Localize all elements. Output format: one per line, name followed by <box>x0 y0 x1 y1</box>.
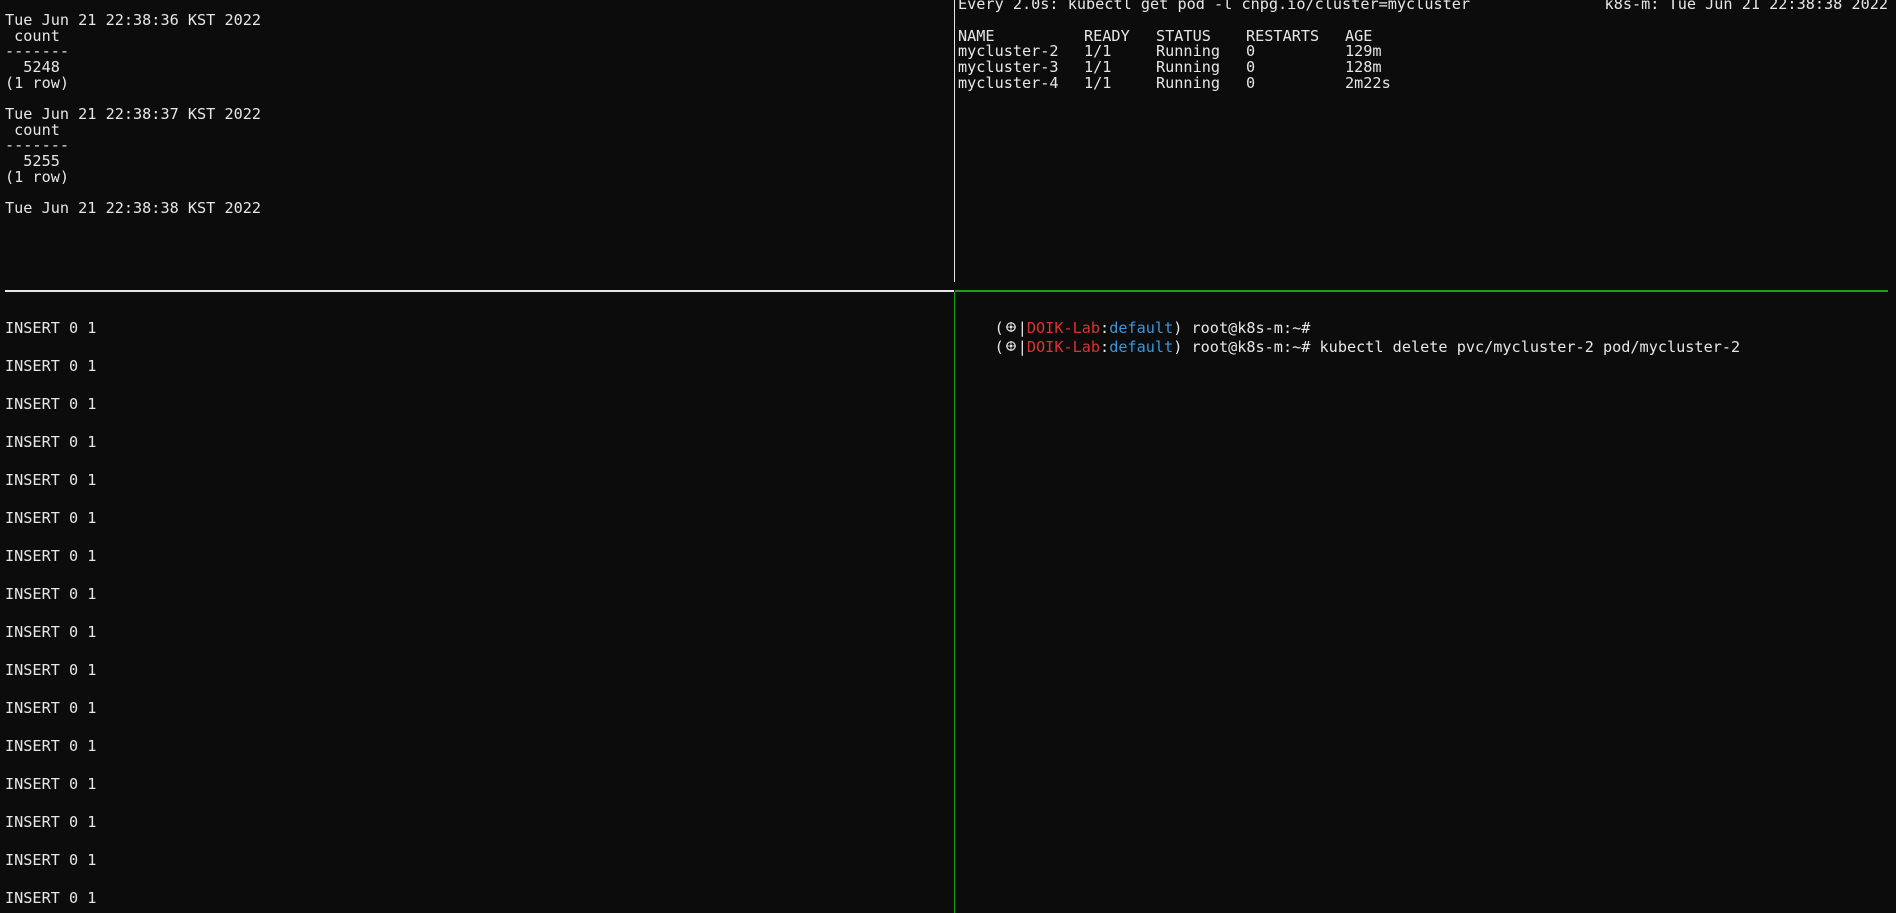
prompt-line[interactable]: ( |DOIK-Lab:default) root@k8s-m:~# kubect… <box>958 319 1741 356</box>
insert-line: INSERT 0 1 <box>5 661 97 679</box>
pane-top-right[interactable]: Every 2.0s: kubectl get pod -l cnpg.io/c… <box>955 0 1896 290</box>
insert-line: INSERT 0 1 <box>5 851 97 869</box>
command-input[interactable]: kubectl delete pvc/mycluster-2 pod/myclu… <box>1310 338 1741 356</box>
pod-restarts: 0 <box>1246 74 1256 92</box>
prompt-line: (|DOIK-Lab:default) root@k8s-m:~# <box>958 300 1311 337</box>
insert-line: INSERT 0 1 <box>5 585 97 603</box>
pane-bottom-left[interactable]: INSERT 0 1 INSERT 0 1 INSERT 0 1 INSERT … <box>0 292 953 913</box>
prompt-separator: | <box>1017 338 1027 356</box>
pod-status: Running <box>1156 74 1221 92</box>
insert-line: INSERT 0 1 <box>5 889 97 907</box>
prompt-namespace: default <box>1109 338 1174 356</box>
wheel-icon <box>1004 339 1018 358</box>
watch-host-time: k8s-m: Tue Jun 21 22:38:38 2022 <box>1604 0 1888 13</box>
insert-line: INSERT 0 1 <box>5 509 97 527</box>
prompt-user-host: root@k8s-m:~# <box>1182 338 1311 356</box>
prompt-context: DOIK-Lab <box>1026 338 1101 356</box>
insert-line: INSERT 0 1 <box>5 319 97 337</box>
pane-divider-vertical[interactable] <box>954 0 955 282</box>
watch-header: Every 2.0s: kubectl get pod -l cnpg.io/c… <box>958 0 1471 13</box>
timestamp-line: Tue Jun 21 22:38:38 KST 2022 <box>5 199 262 217</box>
table-row: mycluster-4 1/1 Running 0 2m22s <box>958 74 1858 93</box>
insert-line: INSERT 0 1 <box>5 547 97 565</box>
insert-line: INSERT 0 1 <box>5 395 97 413</box>
insert-line: INSERT 0 1 <box>5 433 97 451</box>
insert-line: INSERT 0 1 <box>5 623 97 641</box>
prompt-paren-close: ) <box>1173 338 1183 356</box>
insert-line: INSERT 0 1 <box>5 737 97 755</box>
prompt-paren-open: ( <box>994 338 1004 356</box>
pane-top-left[interactable]: Tue Jun 21 22:38:36 KST 2022 count -----… <box>0 0 953 290</box>
insert-line: INSERT 0 1 <box>5 813 97 831</box>
insert-line: INSERT 0 1 <box>5 471 97 489</box>
pane-bottom-right[interactable]: (|DOIK-Lab:default) root@k8s-m:~# (|DOIK… <box>955 292 1896 913</box>
pod-age: 2m22s <box>1345 74 1391 92</box>
row-count: (1 row) <box>5 168 70 186</box>
insert-line: INSERT 0 1 <box>5 775 97 793</box>
prompt-colon: : <box>1100 338 1110 356</box>
pod-ready: 1/1 <box>1084 74 1112 92</box>
insert-line: INSERT 0 1 <box>5 699 97 717</box>
row-count: (1 row) <box>5 74 70 92</box>
insert-line: INSERT 0 1 <box>5 357 97 375</box>
pod-name: mycluster-4 <box>958 74 1059 92</box>
